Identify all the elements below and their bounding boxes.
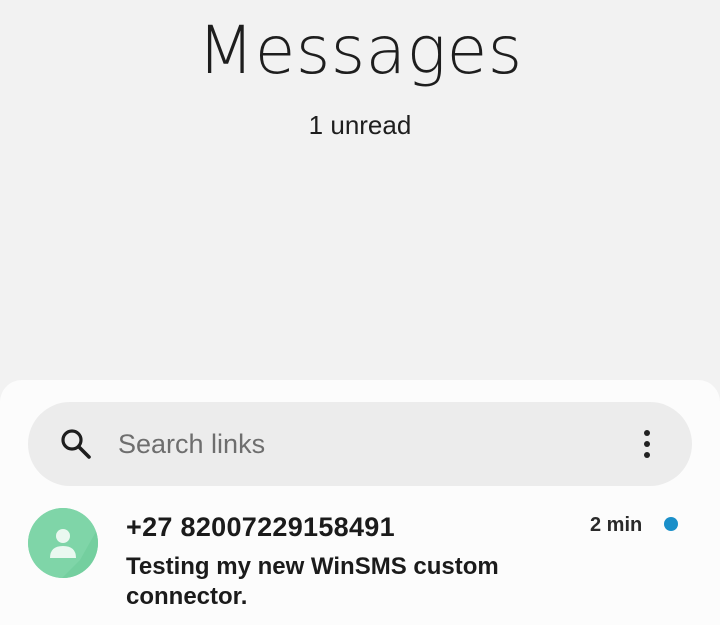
conversation-panel: +27 82007229158491 2 min Testing my new …: [0, 380, 720, 625]
unread-count: 1 unread: [308, 110, 412, 140]
more-vertical-icon[interactable]: [632, 424, 662, 464]
person-icon: [28, 508, 98, 578]
messages-screen: Messages 1 unread Search links +27 82007…: [0, 0, 720, 625]
search-icon[interactable]: [58, 426, 94, 462]
more-dot: [644, 430, 650, 436]
more-dot: [644, 452, 650, 458]
conversation-item[interactable]: +27 82007229158491 2 min Testing my new …: [0, 508, 720, 625]
message-preview: Testing my new WinSMS custom connector.: [126, 553, 499, 610]
avatar[interactable]: [28, 508, 98, 578]
search-input[interactable]: [118, 422, 598, 466]
unread-indicator: [664, 517, 678, 531]
more-dot: [644, 441, 650, 447]
header: Messages 1 unread: [0, 0, 720, 380]
page-title: Messages: [197, 12, 523, 89]
sender-name: +27 82007229158491: [126, 512, 395, 542]
message-time: 2 min: [590, 514, 643, 536]
search-bar[interactable]: [28, 402, 692, 486]
